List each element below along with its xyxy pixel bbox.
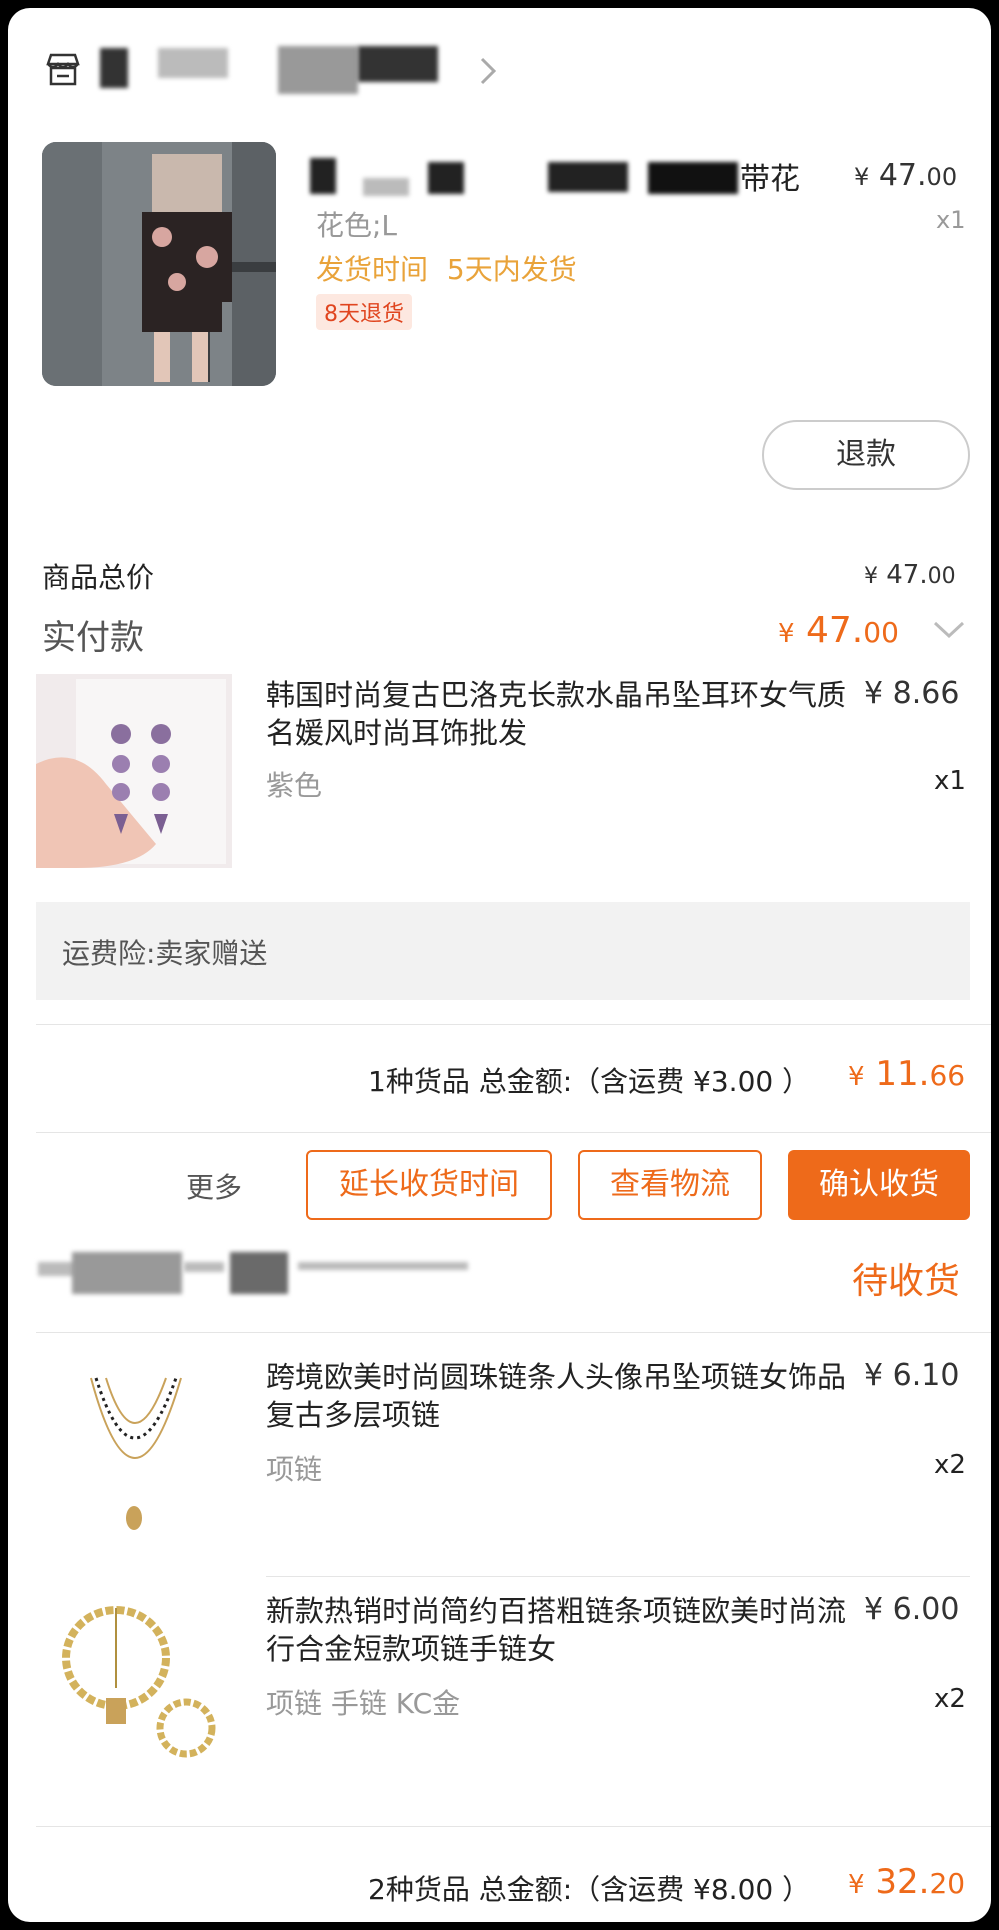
item-price: ¥ 8.66 (864, 676, 960, 711)
product-title-redacted (363, 178, 409, 196)
product-title[interactable]: 跨境欧美时尚圆珠链条人头像吊坠项链女饰品复古多层项链 (266, 1358, 858, 1434)
price-decimal: 00 (926, 163, 958, 191)
item-variant: 紫色 (266, 769, 323, 802)
shop-name-redacted (278, 46, 358, 94)
shipping-insurance-text: 运费险:卖家赠送 (62, 937, 268, 970)
item-variant: 项链 手链 KC金 (266, 1687, 461, 1720)
shipping-insurance-banner: 运费险:卖家赠送 (36, 902, 970, 1000)
shipping-time-label: 发货时间 (316, 253, 429, 286)
paid-amount-label: 实付款 (42, 618, 144, 658)
product-image-necklace[interactable] (36, 1348, 232, 1544)
item-price: ¥ 6.10 (864, 1358, 960, 1393)
paid-amount-value: ¥ 47.00 (778, 610, 899, 651)
extend-receipt-button[interactable]: 延长收货时间 (306, 1150, 552, 1220)
divider (36, 1826, 991, 1827)
order-status: 待收货 (852, 1261, 961, 1302)
divider (266, 1576, 970, 1577)
shop-header[interactable] (8, 30, 991, 120)
shop-header[interactable]: 待收货 (8, 1248, 991, 1318)
shop-name-redacted (298, 1262, 468, 1270)
currency-symbol: ¥ (778, 619, 795, 649)
item-variant: 花色;L (316, 209, 398, 242)
item-variant: 项链 (266, 1453, 323, 1486)
shipping-time: 发货时间 5天内发货 (316, 248, 577, 288)
currency-symbol: ¥ (848, 1062, 865, 1092)
divider (36, 1024, 991, 1025)
shipping-time-value: 5天内发货 (446, 253, 577, 286)
chevron-down-icon[interactable] (932, 618, 966, 642)
price-decimal: 66 (929, 1059, 966, 1092)
item-quantity: x2 (934, 1450, 966, 1480)
shop-name-redacted (72, 1252, 182, 1294)
product-title[interactable]: 新款热销时尚简约百搭粗链条项链欧美时尚流行合金短款项链手链女 (266, 1592, 858, 1668)
order-total-label: 2种货品 总金额:（含运费 ¥8.00 ） (368, 1873, 811, 1906)
item-quantity: x1 (934, 766, 966, 796)
return-policy-badge: 8天退货 (316, 294, 412, 330)
currency-symbol: ¥ (854, 163, 870, 191)
price-integer: 47. (806, 610, 864, 651)
refund-button[interactable]: 退款 (762, 420, 970, 490)
item-quantity: x1 (936, 206, 966, 234)
product-title[interactable]: 韩国时尚复古巴洛克长款水晶吊坠耳环女气质名媛风时尚耳饰批发 (266, 676, 858, 752)
order-total-value: ¥ 32.20 (848, 1862, 965, 1902)
more-button[interactable]: 更多 (186, 1166, 242, 1206)
item-quantity: x2 (934, 1684, 966, 1714)
product-title-redacted (548, 162, 628, 192)
subtotal-value: ¥ 47.00 (864, 560, 956, 590)
currency-symbol: ¥ (864, 564, 878, 589)
product-title-redacted (428, 162, 464, 194)
currency-symbol: ¥ (848, 1870, 865, 1900)
product-image-dress[interactable] (42, 142, 276, 386)
price-integer: 47. (886, 560, 928, 590)
shop-name-redacted (100, 48, 128, 88)
chevron-right-icon (478, 56, 498, 86)
price-integer: 32. (875, 1862, 930, 1902)
shop-name-redacted (230, 1252, 288, 1294)
product-title-redacted (310, 158, 336, 194)
item-price: ¥ 47.00 (854, 158, 957, 193)
price-decimal: 00 (927, 564, 956, 589)
product-image-earrings[interactable] (36, 674, 232, 868)
price-decimal: 20 (929, 1867, 966, 1900)
product-image-chain-set[interactable] (36, 1588, 232, 1784)
view-logistics-button[interactable]: 查看物流 (578, 1150, 762, 1220)
screen: 带花 ¥ 47.00 花色;L x1 发货时间 5天内发货 8天退货 退款 商品… (8, 8, 991, 1922)
price-decimal: 00 (863, 616, 899, 649)
shop-name-redacted (158, 48, 228, 78)
order-total-label: 1种货品 总金额:（含运费 ¥3.00 ） (368, 1065, 811, 1098)
product-title-tail: 带花 (740, 162, 800, 197)
price-integer: 11. (875, 1054, 930, 1094)
product-title-redacted (648, 162, 738, 194)
order-total-value: ¥ 11.66 (848, 1054, 965, 1094)
store-icon (44, 50, 82, 88)
item-price: ¥ 6.00 (864, 1592, 960, 1627)
divider (36, 1132, 991, 1133)
shop-name-redacted (184, 1262, 224, 1272)
price-integer: 47. (878, 158, 927, 193)
divider (36, 1332, 991, 1333)
subtotal-label: 商品总价 (42, 561, 155, 594)
confirm-receipt-button[interactable]: 确认收货 (788, 1150, 970, 1220)
shop-name-redacted (358, 46, 438, 82)
